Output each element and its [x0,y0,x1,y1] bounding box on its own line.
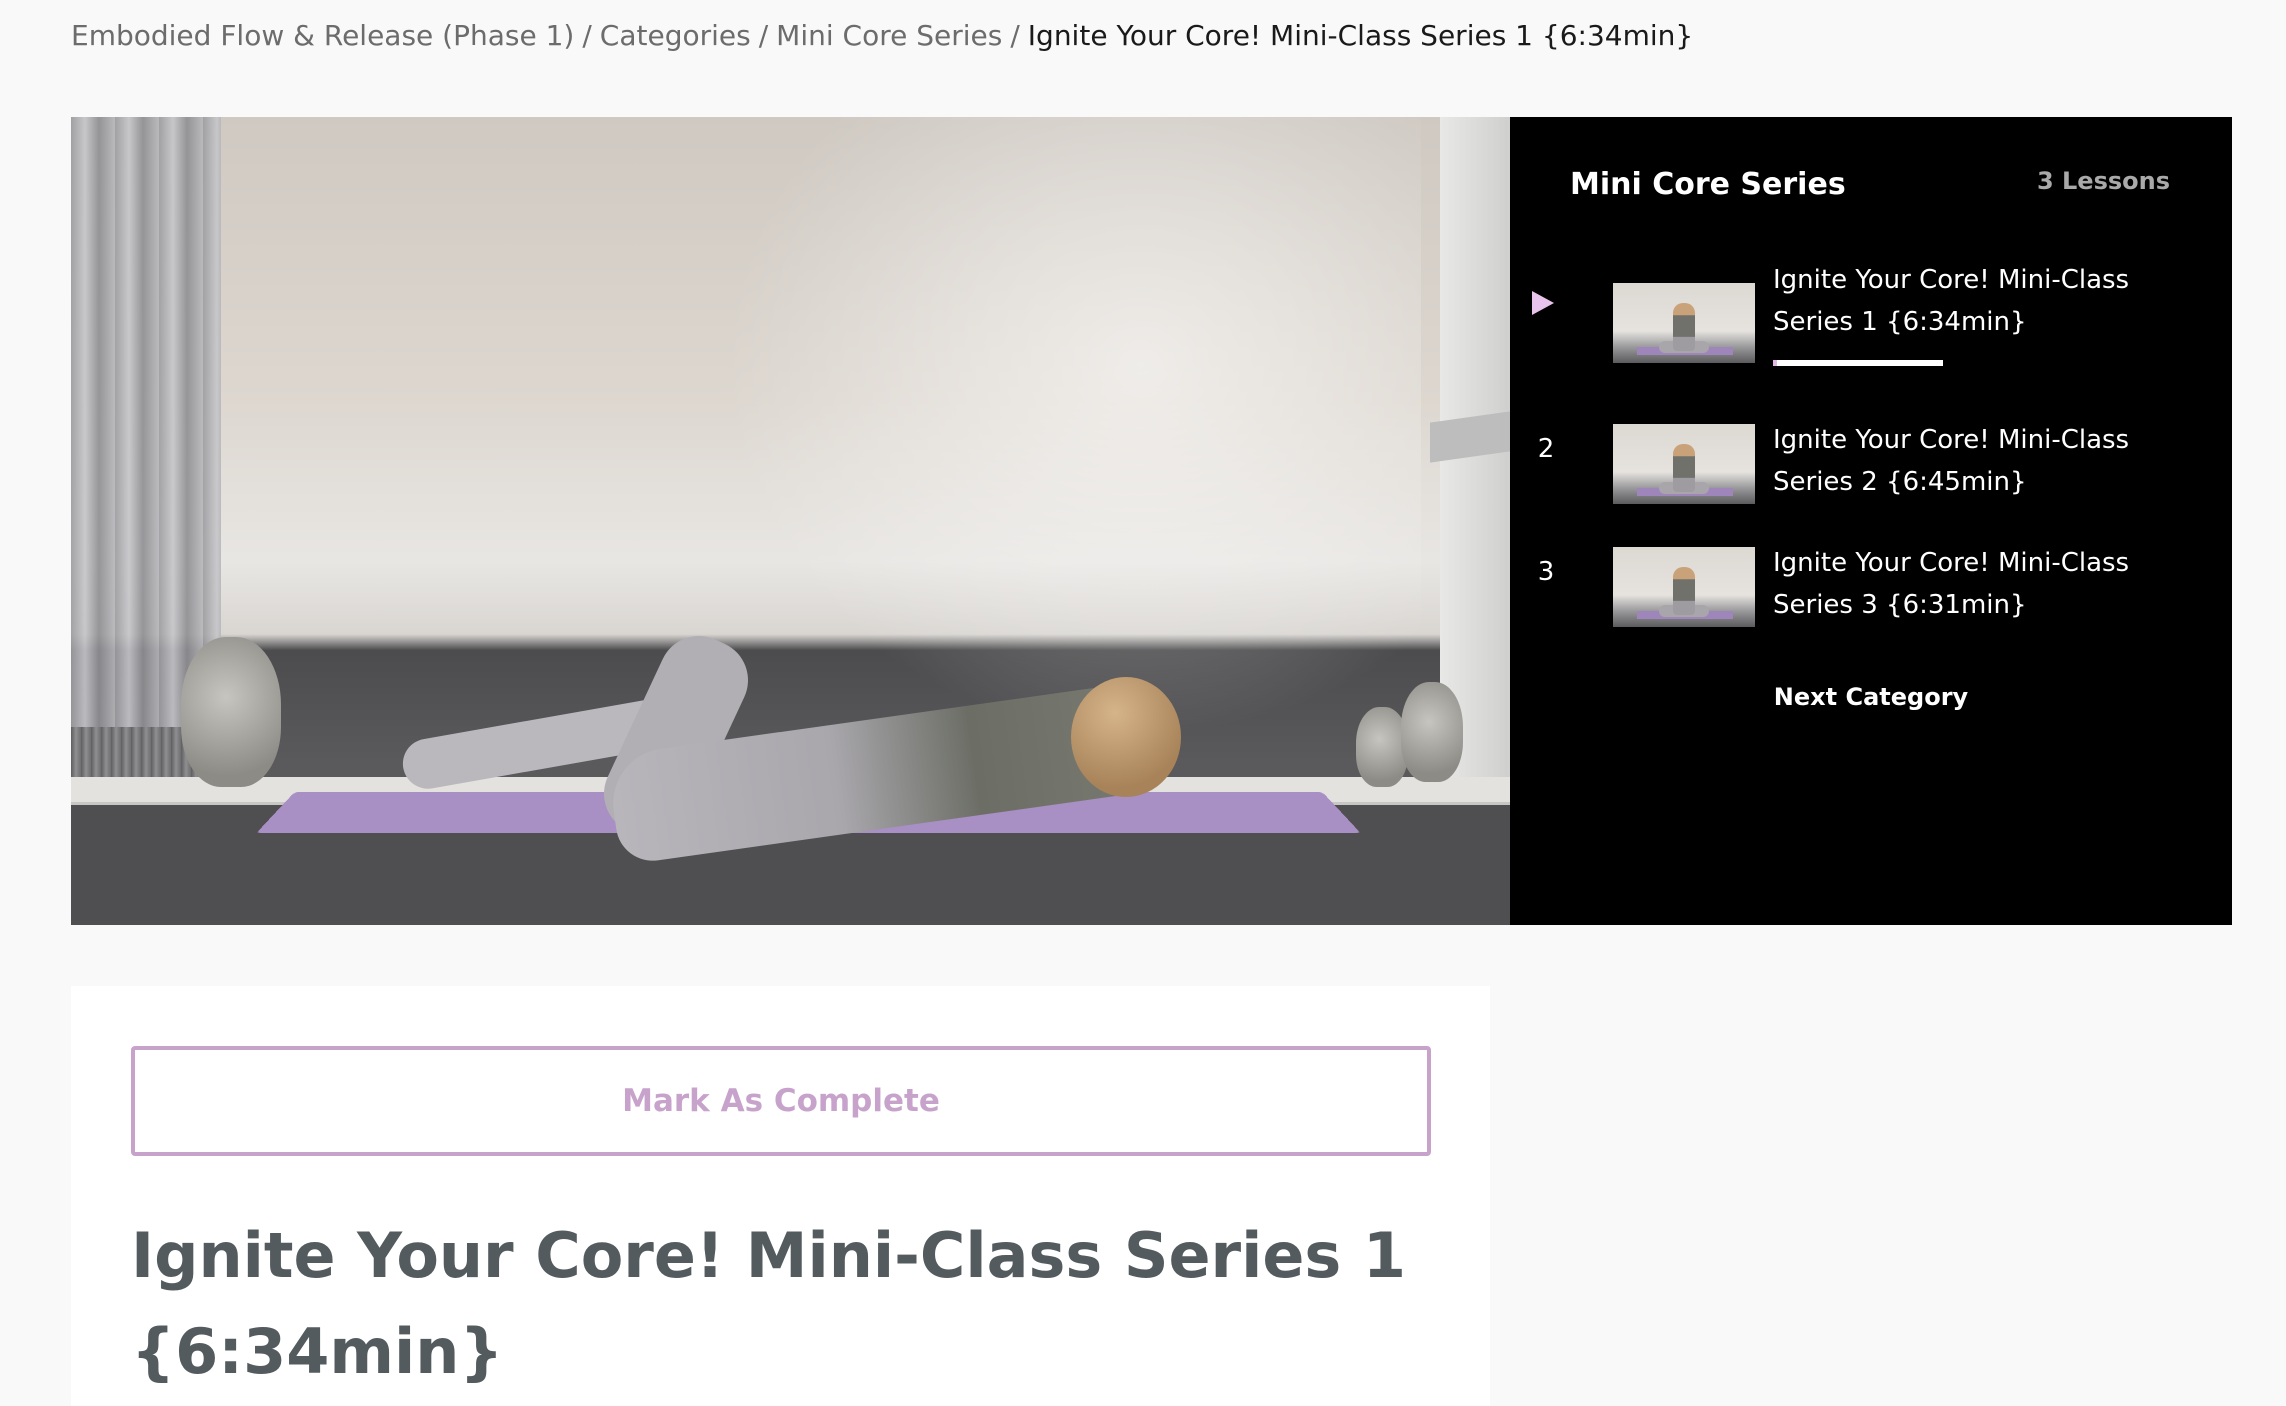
lesson-number: 2 [1537,434,1555,464]
lesson-sidebar: Mini Core Series 3 Lessons Ignite Your C… [1510,117,2232,925]
thumbnail-figure [1673,303,1695,351]
lesson-thumbnail [1613,424,1755,504]
play-icon [1530,289,1562,317]
player-area: Mini Core Series 3 Lessons Ignite Your C… [71,117,2232,925]
breadcrumb-link-course[interactable]: Embodied Flow & Release (Phase 1) [71,19,574,52]
next-category-link[interactable]: Next Category [1510,677,2232,717]
thumbnail-figure [1673,444,1695,492]
mark-complete-button[interactable]: Mark As Complete [131,1046,1431,1156]
buddha-statue-right-1 [1356,707,1408,787]
lesson-thumbnail [1613,283,1755,363]
sidebar-title: Mini Core Series [1570,167,1846,202]
breadcrumb-separator: / [582,19,592,52]
video-wall-light [721,117,1421,737]
lesson-title: Ignite Your Core! Mini-Class Series 3 {6… [1773,548,2130,620]
lesson-item-1[interactable]: Ignite Your Core! Mini-Class Series 1 {6… [1510,259,2232,363]
buddha-statue-right-2 [1401,682,1463,782]
thumbnail-figure [1673,567,1695,615]
breadcrumb: Embodied Flow & Release (Phase 1) / Catego… [71,14,1693,58]
breadcrumb-link-categories[interactable]: Categories [600,19,751,52]
breadcrumb-separator: / [1010,19,1020,52]
buddha-statue-left [181,637,281,787]
lesson-title: Ignite Your Core! Mini-Class Series 1 {6… [1773,265,2130,337]
breadcrumb-link-category[interactable]: Mini Core Series [776,19,1002,52]
lesson-count: 3 Lessons [2036,167,2170,195]
video-player[interactable] [71,117,1510,925]
breadcrumb-current: Ignite Your Core! Mini-Class Series 1 {6… [1027,19,1694,52]
lesson-heading: Ignite Your Core! Mini-Class Series 1 {6… [131,1219,1407,1388]
lesson-title: Ignite Your Core! Mini-Class Series 2 {6… [1773,425,2130,497]
breadcrumb-separator: / [758,19,769,52]
lesson-thumbnail [1613,547,1755,627]
lesson-content: Mark As Complete Ignite Your Core! Mini-… [71,986,1490,1406]
video-figure-head [1071,677,1181,797]
lesson-progress-bar [1773,360,1943,366]
lesson-item-3[interactable]: 3 Ignite Your Core! Mini-Class Series 3 … [1510,542,2232,642]
lesson-number: 3 [1537,557,1555,587]
lesson-item-2[interactable]: 2 Ignite Your Core! Mini-Class Series 2 … [1510,419,2232,519]
